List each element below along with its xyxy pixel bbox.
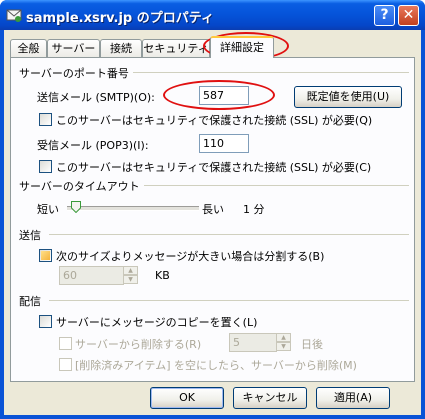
pop3-ssl-checkbox[interactable] bbox=[39, 160, 52, 173]
mail-account-icon bbox=[6, 9, 22, 22]
apply-button[interactable]: 適用(A) bbox=[316, 387, 390, 409]
divider bbox=[143, 185, 409, 186]
remove-after-days-input[interactable]: 5 bbox=[229, 333, 277, 352]
tab-security[interactable]: セキュリティ bbox=[142, 39, 210, 57]
dialog-client: 全般 サーバー 接続 セキュリティ 詳細設定 サーバーのポート番号 送信メール … bbox=[4, 30, 421, 415]
divider bbox=[49, 300, 409, 301]
remove-deleted-label[interactable]: [削除済みアイテム] を空にしたら、サーバーから削除(M) bbox=[75, 357, 357, 373]
tab-connection[interactable]: 接続 bbox=[100, 39, 142, 57]
close-button[interactable]: ✕ bbox=[398, 5, 419, 26]
tab-server[interactable]: サーバー bbox=[47, 39, 100, 57]
pop3-port-input[interactable]: 110 bbox=[199, 134, 249, 153]
smtp-label: 送信メール (SMTP)(O): bbox=[37, 91, 155, 104]
timeout-short-label: 短い bbox=[37, 203, 59, 216]
window-title: sample.xsrv.jp のプロパティ bbox=[26, 11, 214, 26]
smtp-ssl-label[interactable]: このサーバーはセキュリティで保護された接続 (SSL) が必要(Q) bbox=[56, 112, 372, 128]
pop3-ssl-label[interactable]: このサーバーはセキュリティで保護された接続 (SSL) が必要(C) bbox=[56, 159, 371, 175]
cancel-button[interactable]: キャンセル bbox=[233, 387, 307, 409]
days-label: 日後 bbox=[301, 338, 323, 351]
tab-advanced[interactable]: 詳細設定 bbox=[210, 36, 274, 58]
split-size-spinner[interactable]: ▲ ▼ bbox=[123, 266, 138, 285]
sending-section-title: 送信 bbox=[19, 227, 45, 243]
keep-copy-checkbox[interactable] bbox=[39, 315, 52, 328]
remove-after-checkbox[interactable] bbox=[59, 337, 72, 350]
remove-after-label[interactable]: サーバーから削除する(R) bbox=[75, 336, 201, 352]
divider bbox=[131, 72, 409, 73]
ok-button[interactable]: OK bbox=[150, 387, 224, 409]
keep-copy-label[interactable]: サーバーにメッセージのコピーを置く(L) bbox=[56, 314, 257, 330]
timeout-long-label: 長い bbox=[202, 203, 224, 216]
use-default-button[interactable]: 既定値を使用(U) bbox=[294, 86, 402, 108]
kb-label: KB bbox=[155, 269, 170, 282]
tab-general[interactable]: 全般 bbox=[10, 39, 47, 57]
smtp-port-input[interactable]: 587 bbox=[199, 86, 249, 105]
help-button[interactable]: ? bbox=[374, 5, 395, 26]
split-messages-label[interactable]: 次のサイズよりメッセージが大きい場合は分割する(B) bbox=[56, 248, 324, 264]
timeout-value: 1 分 bbox=[243, 203, 265, 216]
remove-deleted-checkbox[interactable] bbox=[59, 358, 72, 371]
ports-section-title: サーバーのポート番号 bbox=[19, 65, 133, 81]
remove-after-days-spinner[interactable]: ▲ ▼ bbox=[276, 333, 291, 352]
timeout-section-title: サーバーのタイムアウト bbox=[19, 178, 144, 194]
timeout-slider-thumb[interactable] bbox=[71, 201, 81, 213]
delivery-section-title: 配信 bbox=[19, 293, 45, 309]
split-messages-checkbox[interactable] bbox=[39, 249, 52, 262]
advanced-panel: サーバーのポート番号 送信メール (SMTP)(O): 587 既定値を使用(U… bbox=[10, 57, 415, 382]
window-frame-bottom bbox=[0, 415, 425, 419]
properties-window: sample.xsrv.jp のプロパティ ? ✕ 全般 サーバー 接続 セキュ… bbox=[0, 0, 425, 419]
smtp-ssl-checkbox[interactable] bbox=[39, 113, 52, 126]
pop3-label: 受信メール (POP3)(I): bbox=[37, 139, 149, 152]
divider bbox=[49, 234, 409, 235]
title-bar[interactable]: sample.xsrv.jp のプロパティ ? ✕ bbox=[0, 0, 425, 30]
split-size-input[interactable]: 60 bbox=[59, 266, 124, 285]
timeout-slider-track[interactable] bbox=[67, 206, 199, 211]
